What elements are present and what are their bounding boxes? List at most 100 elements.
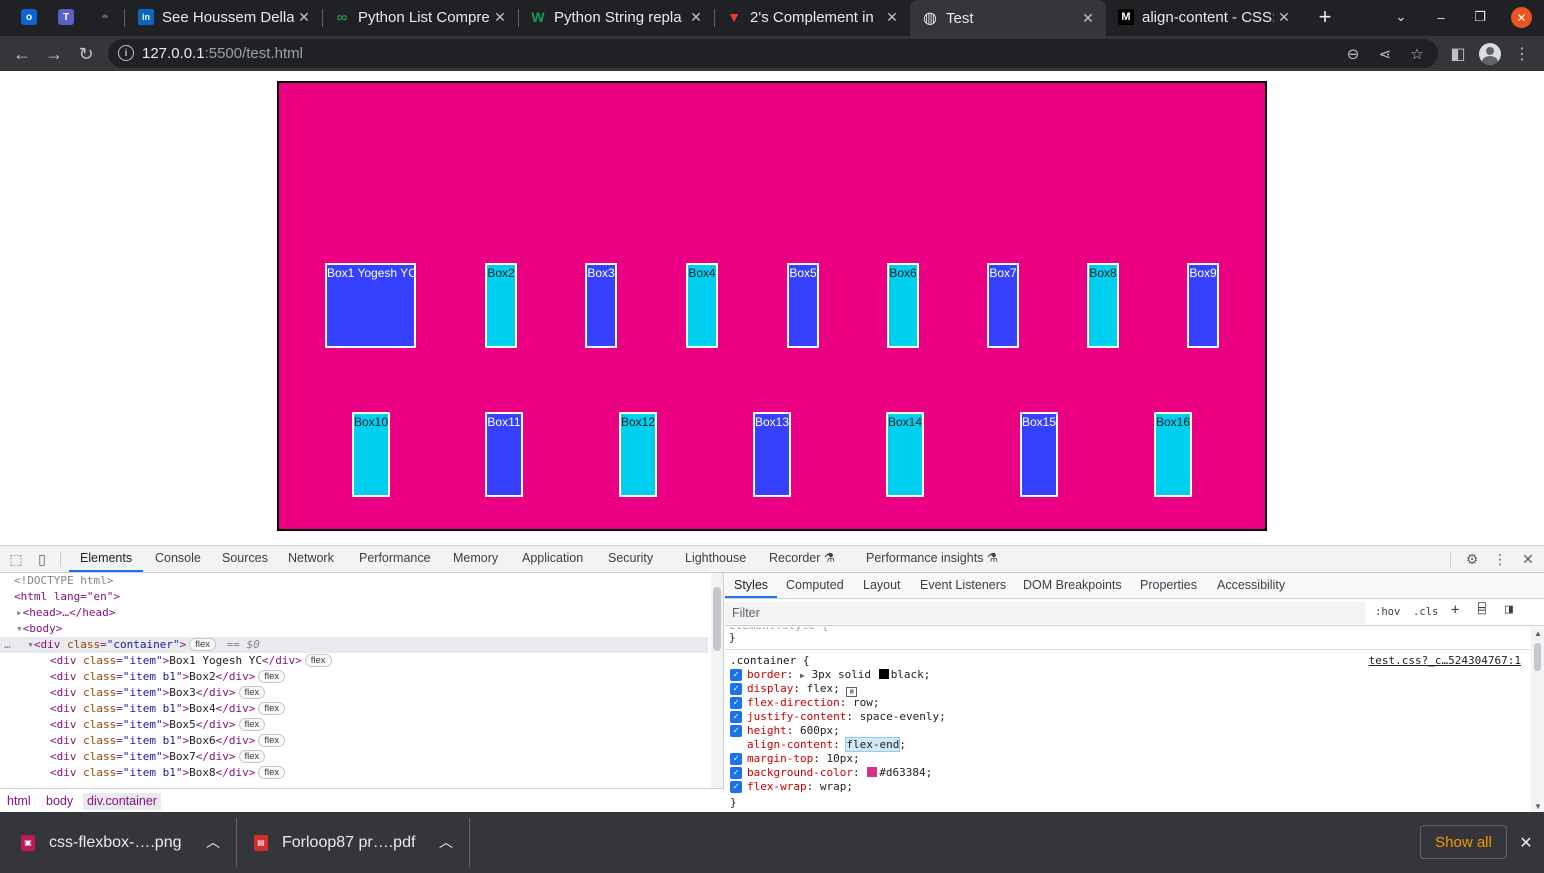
devtools-tab-sources[interactable]: Sources [222,546,268,572]
property-value[interactable]: flex-end [845,737,901,752]
ellipsis-icon[interactable]: … [4,638,11,651]
sidebar-toggle-icon[interactable]: ◨ [1505,602,1513,617]
menu-button[interactable]: ⋮ [1509,41,1535,67]
breadcrumb-body[interactable]: body [42,793,77,810]
property-checkbox[interactable]: ✓ [730,683,742,695]
address-bar[interactable]: i 127.0.0.1:5500/test.html ⊖ ⋖ ☆ [108,39,1438,68]
styles-tab-dom-breakpoints[interactable]: DOM Breakpoints [1023,573,1122,598]
settings-gear-icon[interactable]: ⚙ [1463,550,1481,568]
dom-head[interactable]: ▸<head>…</head> [16,605,115,621]
property-name[interactable]: flex-wrap [747,780,807,793]
property-name[interactable]: display [747,682,793,695]
flex-badge[interactable]: flex [258,670,286,683]
flex-badge[interactable]: flex [189,638,217,651]
property-name[interactable]: align-content [747,738,833,751]
close-icon[interactable]: ✕ [686,7,706,27]
dom-item-line[interactable]: <div class="item b1">Box8</div> flex [50,765,286,781]
devtools-tab-performance-insights[interactable]: Performance insights ⚗ [866,546,998,572]
styles-tab-accessibility[interactable]: Accessibility [1217,573,1285,598]
elements-tree[interactable]: <!DOCTYPE html> <html lang="en"> ▸<head>… [0,573,724,788]
back-button[interactable]: ← [9,41,35,67]
css-property-align-content[interactable]: align-content: flex-end; [725,737,1525,752]
zoom-icon[interactable]: ⊖ [1342,43,1364,65]
hov-toggle[interactable]: :hov [1375,606,1400,618]
property-value[interactable]: row; [853,696,880,709]
property-value[interactable]: flex; [807,682,840,695]
caret-right-icon[interactable]: ▸ [16,606,23,619]
css-property-flex-wrap[interactable]: ✓ flex-wrap: wrap; [725,780,1525,794]
expand-arrow-icon[interactable]: ▶ [800,671,805,680]
caret-down-icon[interactable]: ▾ [16,622,23,635]
property-checkbox[interactable]: ✓ [730,711,742,723]
property-checkbox[interactable]: ✓ [730,781,742,793]
property-checkbox[interactable]: ✓ [730,753,742,765]
breadcrumb-div-container[interactable]: div.container [83,793,161,810]
devtools-tab-console[interactable]: Console [155,546,201,572]
dom-html[interactable]: <html lang="en"> [14,589,120,605]
scroll-thumb[interactable] [713,587,721,651]
show-all-button[interactable]: Show all [1420,825,1507,859]
property-value[interactable]: space-evenly; [860,710,946,723]
styles-scrollbar[interactable]: ▲ ▼ [1531,627,1544,813]
close-icon[interactable]: ✕ [1516,833,1536,853]
flex-badge[interactable]: flex [258,766,286,779]
property-name[interactable]: height [747,724,787,737]
scroll-up-icon[interactable]: ▲ [1534,629,1542,638]
pinned-tab-outlook[interactable]: o [14,0,44,34]
dom-item-line[interactable]: <div class="item b1">Box2</div> flex [50,669,286,685]
chevron-up-icon[interactable]: ︿ [205,834,221,850]
star-icon[interactable]: ☆ [1406,43,1428,65]
flex-badge[interactable]: flex [238,718,266,731]
tab-align-content[interactable]: M align-content - CSS: ✕ [1106,0,1302,34]
color-swatch-icon[interactable] [878,669,889,679]
breadcrumb-html[interactable]: html [3,793,35,810]
styles-filter-input[interactable] [725,602,1365,624]
elements-scrollbar[interactable] [711,573,723,788]
cls-toggle[interactable]: .cls [1413,606,1438,618]
css-property-background-color[interactable]: ✓ background-color: #d63384; [725,766,1525,780]
device-toolbar-icon[interactable]: ▯ [33,550,51,568]
devtools-tab-security[interactable]: Security [608,546,653,572]
dom-item-line[interactable]: <div class="item">Box3</div> flex [50,685,266,701]
styles-tab-computed[interactable]: Computed [786,573,844,598]
devtools-tab-lighthouse[interactable]: Lighthouse [685,546,746,572]
dom-body[interactable]: ▾<body> [16,621,62,637]
new-tab-button[interactable]: + [1312,4,1338,30]
share-icon[interactable]: ⋖ [1374,43,1396,65]
scroll-thumb[interactable] [1534,643,1541,671]
styles-tab-layout[interactable]: Layout [863,573,901,598]
close-icon[interactable]: ✕ [1519,550,1537,568]
dom-container-selected[interactable]: … ▾<div class="container"> flex == $0 [0,637,708,653]
kebab-menu-icon[interactable]: ⋮ [1491,550,1509,568]
dom-item-line[interactable]: <div class="item">Box1 Yogesh YC</div> fl… [50,653,332,669]
css-property-flex-direction[interactable]: ✓ flex-direction: row; [725,696,1525,710]
flex-badge[interactable]: flex [238,686,266,699]
side-panel-button[interactable]: ◧ [1445,41,1471,67]
dom-item-line[interactable]: <div class="item b1">Box6</div> flex [50,733,286,749]
dom-doctype[interactable]: <!DOCTYPE html> [14,573,113,589]
close-icon[interactable]: ✕ [1078,8,1098,28]
css-property-display[interactable]: ✓ display: flex; ▦ [725,682,1525,697]
property-value[interactable]: 600px; [800,724,840,737]
property-name[interactable]: flex-direction [747,696,840,709]
property-checkbox[interactable]: ✓ [730,767,742,779]
devtools-tab-elements[interactable]: Elements [69,546,144,572]
dom-item-line[interactable]: <div class="item">Box7</div> flex [50,749,266,765]
inspect-element-icon[interactable]: ⬚ [7,550,25,568]
devtools-tab-performance[interactable]: Performance [359,546,431,572]
property-checkbox[interactable]: ✓ [730,669,742,681]
chevron-up-icon[interactable]: ︿ [438,834,454,850]
styles-tab-styles[interactable]: Styles [725,573,778,598]
flex-badge[interactable]: flex [238,750,266,763]
rule-selector[interactable]: .container { [730,654,809,667]
property-value[interactable]: 3px solid [811,668,871,681]
download-item-png[interactable]: ▣ css-flexbox-….png [21,812,182,873]
property-value[interactable]: wrap; [820,780,853,793]
flex-badge[interactable]: flex [304,654,332,667]
close-icon[interactable]: ✕ [294,7,314,27]
color-swatch-icon[interactable] [867,767,878,777]
minimize-button[interactable]: – [1430,6,1452,28]
css-property-height[interactable]: ✓ height: 600px; [725,724,1525,738]
pinned-tab-teams[interactable]: T [51,0,81,34]
dom-item-line[interactable]: <div class="item">Box5</div> flex [50,717,266,733]
